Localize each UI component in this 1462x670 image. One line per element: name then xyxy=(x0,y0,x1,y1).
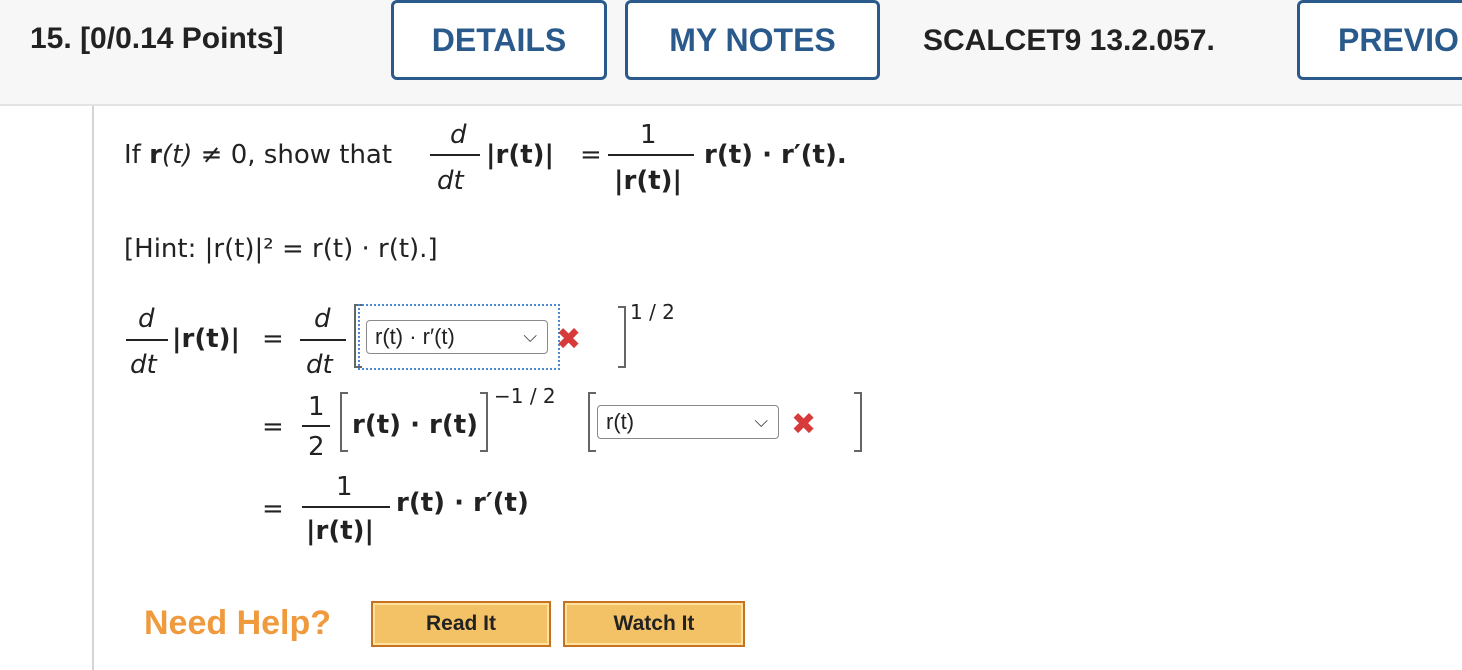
equals-sign: = xyxy=(262,412,284,442)
line3-result: r(t) · r′(t) xyxy=(396,488,529,518)
problem-if: If r(t) ≠ 0, show that xyxy=(124,140,393,170)
chevron-down-icon: ⌵ xyxy=(754,411,768,431)
answer-select-2[interactable]: r(t) ⌵ xyxy=(597,405,779,439)
line2-exponent: −1 / 2 xyxy=(494,384,556,408)
problem-rhs: r(t) · r′(t). xyxy=(704,140,847,170)
problem-denominator: |r(t)| xyxy=(614,166,683,196)
fraction-line xyxy=(608,154,694,156)
hint-text: [Hint: |r(t)|² = r(t) · r(t).] xyxy=(124,234,438,264)
line2-one: 1 xyxy=(308,392,325,422)
question-header: 15. [0/0.14 Points] DETAILS MY NOTES SCA… xyxy=(0,0,1462,106)
line3-denominator: |r(t)| xyxy=(306,516,375,546)
problem-abs-r: |r(t)| xyxy=(486,140,555,170)
line2-two: 2 xyxy=(308,432,325,462)
fraction-line xyxy=(302,506,390,508)
select-1-value: r(t) · r′(t) xyxy=(375,324,455,349)
chevron-down-icon: ⌵ xyxy=(523,326,537,346)
points-label: [0/0.14 Points] xyxy=(80,22,284,55)
left-bracket xyxy=(340,392,348,452)
left-bracket xyxy=(588,392,596,452)
problem-d: d xyxy=(450,120,467,150)
right-bracket xyxy=(618,306,626,368)
line1-dt: dt xyxy=(306,350,333,380)
line3-one: 1 xyxy=(336,472,353,502)
details-button[interactable]: DETAILS xyxy=(391,0,607,80)
my-notes-button[interactable]: MY NOTES xyxy=(625,0,880,80)
lhs-dt: dt xyxy=(130,350,157,380)
x-mark-icon: ✖ xyxy=(556,322,582,357)
select-2-value: r(t) xyxy=(606,409,635,434)
problem-dt: dt xyxy=(437,166,464,196)
equals-sign: = xyxy=(262,494,284,524)
problem-equals: = xyxy=(580,140,602,170)
previous-answers-button[interactable]: PREVIO xyxy=(1297,0,1462,80)
line1-exponent: 1 / 2 xyxy=(630,300,675,324)
right-bracket xyxy=(854,392,862,452)
need-help-label: Need Help? xyxy=(144,604,332,642)
equals-sign: = xyxy=(262,324,284,354)
problem-one: 1 xyxy=(640,120,657,150)
right-bracket xyxy=(480,392,488,452)
content-left-border xyxy=(92,106,94,670)
question-number: 15. [0/0.14 Points] xyxy=(30,22,284,55)
question-id: SCALCET9 13.2.057. xyxy=(923,24,1215,57)
line2-inner: r(t) · r(t) xyxy=(352,410,479,440)
watch-it-button[interactable]: Watch It xyxy=(563,601,745,647)
lhs-d: d xyxy=(138,304,155,334)
x-mark-icon: ✖ xyxy=(791,407,817,442)
answer-select-1[interactable]: r(t) · r′(t) ⌵ xyxy=(366,320,548,354)
line1-d: d xyxy=(314,304,331,334)
read-it-button[interactable]: Read It xyxy=(371,601,551,647)
fraction-line xyxy=(430,154,480,156)
fraction-line xyxy=(300,339,346,341)
fraction-line xyxy=(302,425,330,427)
fraction-line xyxy=(126,339,168,341)
lhs-abs-r: |r(t)| xyxy=(172,324,241,354)
